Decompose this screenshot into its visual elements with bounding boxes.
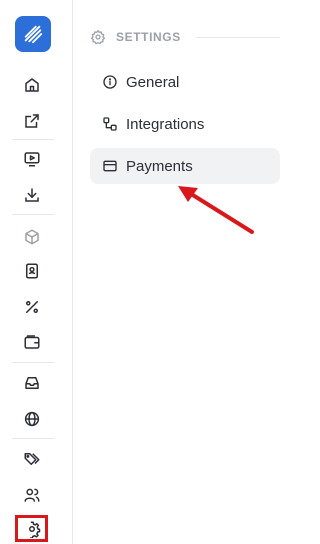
settings-item-general[interactable]: General [90,64,280,100]
download-icon[interactable] [21,184,43,206]
settings-item-integrations[interactable]: Integrations [90,106,280,142]
app-logo[interactable] [15,16,51,52]
header-divider [196,37,280,38]
settings-header-label: SETTINGS [116,30,181,44]
settings-item-label: Integrations [126,115,205,133]
percent-icon[interactable] [21,296,43,318]
globe-icon[interactable] [21,408,43,430]
settings-item-label: Payments [126,157,193,175]
info-icon [103,75,117,89]
tags-icon[interactable] [21,448,43,470]
integrations-icon [103,117,117,131]
settings-header-icon [91,30,105,45]
users-icon[interactable] [21,484,43,506]
settings-header: SETTINGS [90,28,181,46]
credit-card-icon [103,160,117,172]
sidebar-rail [0,0,73,544]
settings-item-label: General [126,73,180,91]
settings-highlight-box [15,515,48,542]
pointer-arrow [178,186,254,234]
wallet-icon[interactable] [21,331,43,353]
package-icon[interactable] [21,226,43,248]
contact-book-icon[interactable] [21,260,43,282]
external-link-icon[interactable] [21,110,43,132]
inbox-icon[interactable] [21,372,43,394]
home-icon[interactable] [21,74,43,96]
monitor-play-icon[interactable] [21,148,43,170]
